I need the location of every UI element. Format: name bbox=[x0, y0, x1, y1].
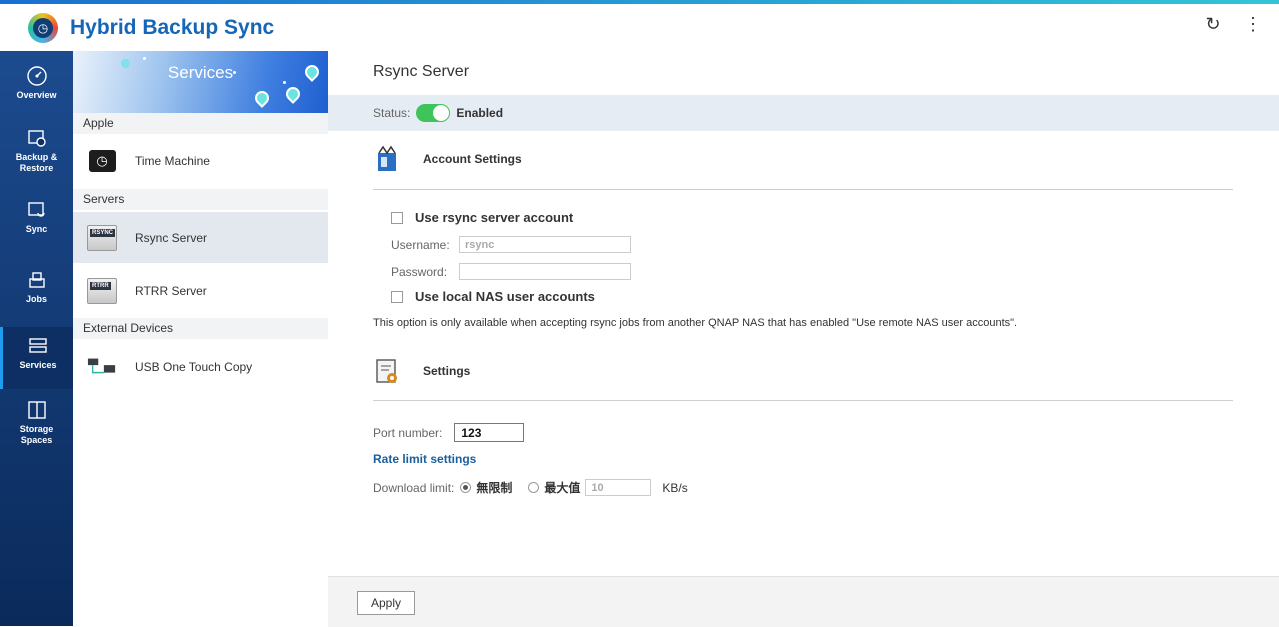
account-settings-icon bbox=[378, 145, 396, 171]
services-banner-title: Services bbox=[167, 63, 234, 82]
gauge-icon bbox=[26, 66, 47, 86]
app-title: Hybrid Backup Sync bbox=[70, 15, 275, 39]
max-value-field[interactable] bbox=[585, 479, 652, 496]
page-title: Rsync Server bbox=[373, 63, 470, 80]
username-label: Username: bbox=[391, 237, 450, 252]
services-banner: Services bbox=[73, 51, 328, 113]
nav-item-services[interactable]: Services bbox=[0, 327, 73, 389]
jobs-icon bbox=[28, 272, 45, 288]
nav-label: Storage bbox=[19, 424, 54, 434]
nav-item-overview[interactable]: Overview bbox=[0, 65, 73, 115]
rtrr-icon: RTRR bbox=[87, 277, 117, 304]
service-item-rsync-server[interactable]: RSYNC Rsync Server bbox=[73, 212, 328, 263]
service-item-rtrr-server[interactable]: RTRR RTRR Server bbox=[73, 265, 328, 316]
main-nav: Overview Backup & Restore Sync Jobs Serv… bbox=[0, 51, 73, 626]
rate-limit-settings-link[interactable]: Rate limit settings bbox=[373, 452, 476, 466]
password-row: Password: bbox=[391, 263, 631, 280]
unlimited-radio[interactable] bbox=[460, 482, 472, 493]
use-rsync-account-label: Use rsync server account bbox=[415, 210, 574, 225]
time-machine-icon: ◷ bbox=[88, 149, 116, 172]
settings-header: Settings bbox=[373, 357, 470, 385]
storage-spaces-icon bbox=[27, 401, 46, 419]
service-item-time-machine[interactable]: ◷ Time Machine bbox=[73, 135, 328, 186]
service-label: RTRR Server bbox=[135, 283, 207, 298]
group-header-servers: Servers bbox=[73, 189, 328, 210]
title-bar: ◷ Hybrid Backup Sync ↻ ⋮ bbox=[0, 4, 1279, 51]
services-icon bbox=[29, 338, 47, 353]
apply-button[interactable]: Apply bbox=[357, 591, 415, 615]
divider bbox=[373, 189, 1233, 190]
status-bar: Status: Enabled bbox=[328, 95, 1279, 131]
service-item-usb-one-touch-copy[interactable]: USB One Touch Copy bbox=[73, 342, 328, 392]
password-field[interactable] bbox=[459, 263, 631, 280]
port-row: Port number: bbox=[373, 423, 525, 442]
username-field[interactable] bbox=[459, 236, 631, 253]
use-local-nas-label: Use local NAS user accounts bbox=[415, 289, 595, 304]
section-title: Account Settings bbox=[423, 152, 522, 166]
use-local-nas-row: Use local NAS user accounts bbox=[391, 289, 595, 304]
map-pin-icon bbox=[252, 88, 272, 108]
download-limit-label: Download limit: bbox=[373, 480, 455, 495]
rsync-note: This option is only available when accep… bbox=[373, 317, 1018, 329]
section-title: Settings bbox=[423, 364, 471, 378]
group-header-apple: Apple bbox=[73, 113, 328, 134]
app-logo-icon: ◷ bbox=[28, 12, 58, 43]
port-label: Port number: bbox=[373, 425, 443, 440]
status-toggle[interactable] bbox=[416, 104, 451, 122]
status-value: Enabled bbox=[456, 106, 504, 120]
status-label: Status: bbox=[373, 106, 411, 120]
rsync-settings-panel: Rsync Server Status: Enabled Account Set… bbox=[328, 51, 1279, 626]
nav-label: Jobs bbox=[25, 294, 47, 304]
service-label: USB One Touch Copy bbox=[135, 360, 253, 374]
nav-item-backup-restore[interactable]: Backup & Restore bbox=[0, 127, 73, 187]
use-local-nas-checkbox[interactable] bbox=[391, 290, 403, 303]
unit-label: KB/s bbox=[662, 480, 688, 495]
use-rsync-account-row: Use rsync server account bbox=[391, 210, 573, 225]
account-settings-header: Account Settings bbox=[373, 145, 522, 173]
username-row: Username: bbox=[391, 236, 631, 253]
nav-label-2: Spaces bbox=[20, 435, 53, 445]
backup-restore-icon bbox=[27, 130, 46, 147]
password-label: Password: bbox=[391, 264, 448, 279]
download-limit-row: Download limit: 無限制 最大值 KB/s bbox=[373, 479, 688, 496]
rsync-icon: RSYNC bbox=[87, 224, 117, 251]
nav-item-sync[interactable]: Sync bbox=[0, 199, 73, 249]
settings-clipboard-icon bbox=[376, 359, 397, 383]
nav-label: Backup & bbox=[15, 152, 58, 162]
service-label: Rsync Server bbox=[135, 230, 208, 245]
nav-item-jobs[interactable]: Jobs bbox=[0, 269, 73, 319]
nav-item-storage-spaces[interactable]: Storage Spaces bbox=[0, 399, 73, 459]
divider bbox=[373, 400, 1233, 401]
sync-icon bbox=[27, 202, 45, 217]
more-vertical-icon[interactable]: ⋮ bbox=[1243, 14, 1263, 35]
use-rsync-account-checkbox[interactable] bbox=[391, 211, 403, 224]
port-number-field[interactable] bbox=[454, 423, 525, 442]
service-label: Time Machine bbox=[135, 153, 210, 168]
usb-copy-icon bbox=[87, 358, 116, 374]
max-value-radio[interactable] bbox=[528, 482, 540, 493]
refresh-icon[interactable]: ↻ bbox=[1203, 14, 1223, 35]
map-pin-icon bbox=[283, 84, 303, 104]
nav-label: Services bbox=[19, 360, 57, 370]
unlimited-label: 無限制 bbox=[476, 481, 513, 495]
nav-label-2: Restore bbox=[19, 163, 54, 173]
nav-label: Overview bbox=[16, 90, 57, 100]
group-header-external-devices: External Devices bbox=[73, 318, 328, 339]
nav-label: Sync bbox=[25, 224, 48, 234]
max-value-label: 最大值 bbox=[544, 481, 581, 495]
footer-bar: Apply bbox=[328, 576, 1279, 627]
services-panel: Services Apple ◷ Time Machine Servers RS… bbox=[73, 51, 329, 626]
